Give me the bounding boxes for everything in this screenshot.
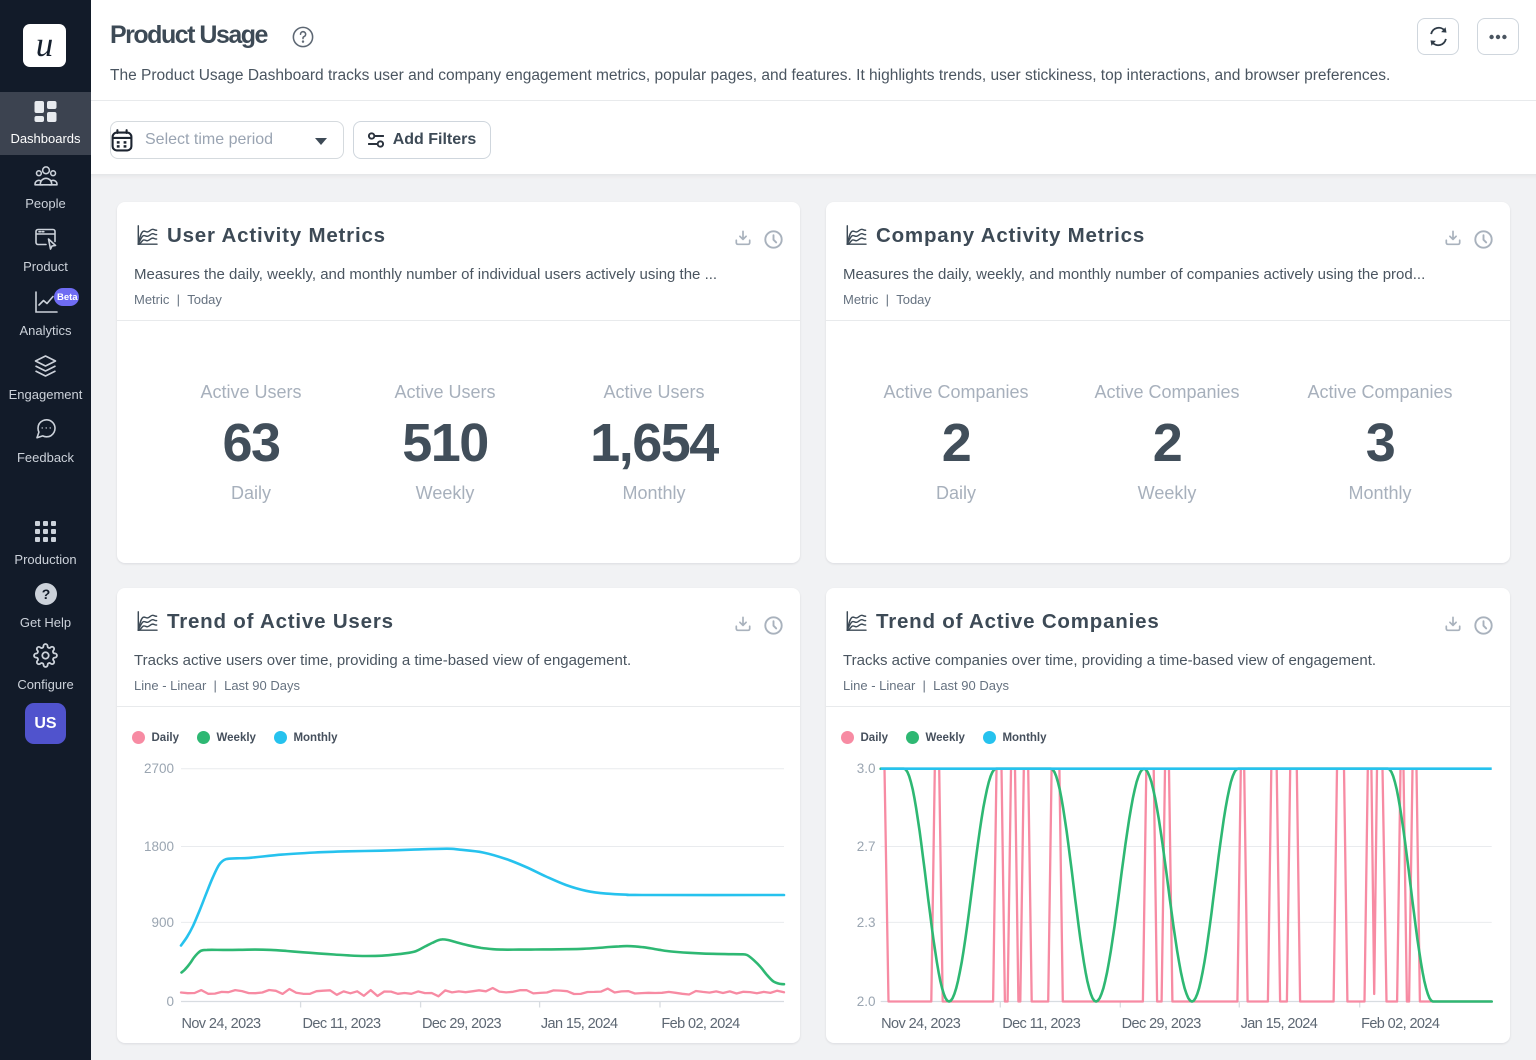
svg-text:Feb 02, 2024: Feb 02, 2024 <box>1361 1016 1440 1032</box>
svg-text:3.0: 3.0 <box>857 761 876 776</box>
svg-text:Jan 15, 2024: Jan 15, 2024 <box>541 1016 618 1032</box>
svg-text:1800: 1800 <box>144 839 174 854</box>
svg-text:Jan 15, 2024: Jan 15, 2024 <box>1241 1016 1318 1032</box>
svg-text:Dec 29, 2023: Dec 29, 2023 <box>1122 1016 1202 1032</box>
svg-text:Nov 24, 2023: Nov 24, 2023 <box>881 1016 961 1032</box>
svg-text:2.3: 2.3 <box>857 915 876 930</box>
svg-text:Nov 24, 2023: Nov 24, 2023 <box>181 1016 261 1032</box>
svg-text:2700: 2700 <box>144 761 174 776</box>
svg-text:900: 900 <box>151 915 174 930</box>
svg-text:Dec 11, 2023: Dec 11, 2023 <box>1002 1016 1081 1032</box>
svg-text:Dec 29, 2023: Dec 29, 2023 <box>422 1016 502 1032</box>
svg-text:2.7: 2.7 <box>857 839 876 854</box>
svg-text:0: 0 <box>166 994 174 1009</box>
svg-text:Feb 02, 2024: Feb 02, 2024 <box>661 1016 740 1032</box>
svg-text:Dec 11, 2023: Dec 11, 2023 <box>303 1016 382 1032</box>
svg-text:?: ? <box>41 586 50 602</box>
svg-text:2.0: 2.0 <box>857 994 876 1009</box>
